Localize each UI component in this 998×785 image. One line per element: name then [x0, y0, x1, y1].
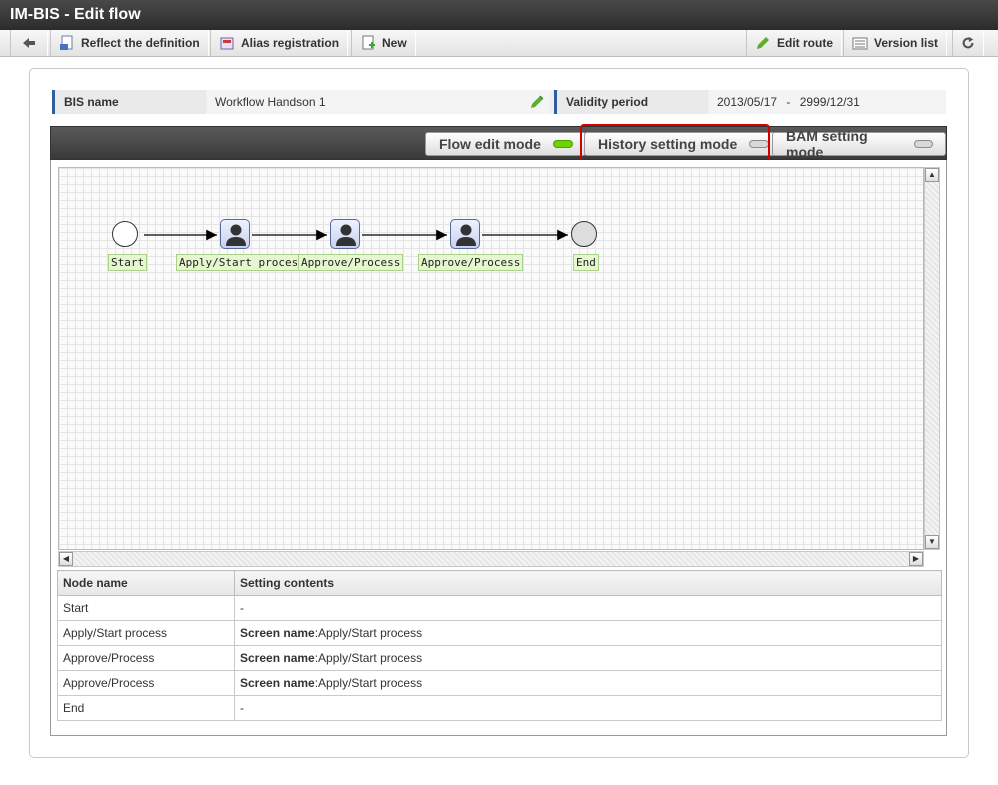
apply-start-node[interactable] — [220, 219, 250, 249]
node-settings-table: Node name Setting contents Start - Apply… — [57, 570, 942, 721]
start-node-label: Start — [108, 254, 148, 271]
bam-setting-mode-indicator — [914, 140, 933, 148]
bam-setting-mode-label: BAM setting mode — [786, 128, 868, 160]
approve-node-2-label: Approve/Process — [418, 254, 524, 271]
version-list-button[interactable]: Version list — [843, 30, 948, 56]
validity-from: 2013/05/17 — [717, 95, 778, 109]
setting-key: Screen name — [240, 676, 315, 690]
mode-bar: Flow edit mode History setting mode BAM … — [50, 126, 947, 160]
new-button[interactable]: New — [351, 30, 416, 56]
end-node-label: End — [573, 254, 599, 271]
flow-edges — [144, 229, 568, 241]
start-node[interactable] — [112, 221, 138, 247]
user-icon — [456, 224, 476, 246]
toolbar: Reflect the definition Alias registratio… — [0, 30, 998, 57]
setting-key: Screen name — [240, 651, 315, 665]
column-header-node-name: Node name — [57, 570, 235, 596]
reload-button[interactable] — [952, 30, 984, 56]
setting-contents-cell: Screen name:Apply/Start process — [234, 645, 942, 671]
back-button[interactable] — [10, 30, 48, 56]
edit-route-label: Edit route — [777, 36, 833, 50]
validity-period-label: Validity period — [554, 90, 708, 114]
edit-route-button[interactable]: Edit route — [746, 30, 842, 56]
scroll-down-button[interactable]: ▼ — [925, 535, 939, 549]
flow-edit-mode-indicator — [552, 140, 573, 148]
table-row[interactable]: End - — [57, 695, 942, 721]
reflect-definition-button[interactable]: Reflect the definition — [50, 30, 209, 56]
setting-key: Screen name — [240, 626, 315, 640]
user-icon — [226, 224, 246, 246]
history-setting-mode-button[interactable]: History setting mode — [584, 132, 783, 156]
column-header-setting-contents: Setting contents — [234, 570, 942, 596]
window-titlebar: IM-BIS - Edit flow — [0, 0, 998, 30]
horizontal-scrollbar[interactable]: ◀ ▶ — [58, 551, 924, 567]
node-name-cell: Apply/Start process — [57, 620, 235, 646]
setting-contents-cell: - — [234, 595, 942, 621]
history-setting-mode-indicator — [749, 140, 770, 148]
setting-contents-cell: Screen name:Apply/Start process — [234, 620, 942, 646]
alias-registration-button[interactable]: Alias registration — [210, 30, 349, 56]
setting-value: :Apply/Start process — [314, 651, 423, 665]
validity-separator: - — [786, 95, 791, 109]
reload-icon — [962, 36, 974, 49]
window-title: IM-BIS - Edit flow — [10, 6, 141, 23]
flow-canvas[interactable]: Start Apply/Start process Approve/Proces… — [58, 167, 924, 550]
setting-value: :Apply/Start process — [314, 676, 423, 690]
arrow-left-icon — [23, 38, 35, 48]
setting-value: - — [240, 701, 244, 715]
node-name-cell: Approve/Process — [57, 645, 235, 671]
apply-start-node-label: Apply/Start process — [176, 254, 308, 271]
node-name-cell: Start — [57, 595, 235, 621]
table-row[interactable]: Start - — [57, 595, 942, 621]
flow-edit-mode-button[interactable]: Flow edit mode — [425, 132, 586, 156]
bis-info-row: BIS name Workflow Handson 1 Validity per… — [52, 90, 946, 114]
history-setting-mode-label: History setting mode — [598, 136, 738, 152]
scroll-right-button[interactable]: ▶ — [909, 552, 923, 566]
bis-name-value: Workflow Handson 1 — [207, 90, 550, 114]
node-name-cell: End — [57, 695, 235, 721]
table-header-row: Node name Setting contents — [57, 570, 942, 596]
new-label: New — [382, 36, 407, 50]
alias-icon — [220, 37, 234, 50]
scroll-left-button[interactable]: ◀ — [59, 552, 73, 566]
table-row[interactable]: Approve/Process Screen name:Apply/Start … — [57, 670, 942, 696]
table-row[interactable]: Apply/Start process Screen name:Apply/St… — [57, 620, 942, 646]
vertical-scrollbar[interactable]: ▲ ▼ — [924, 167, 940, 550]
setting-value: :Apply/Start process — [314, 626, 423, 640]
version-list-label: Version list — [874, 36, 939, 50]
setting-contents-cell: Screen name:Apply/Start process — [234, 670, 942, 696]
bam-setting-mode-button[interactable]: BAM setting mode — [772, 128, 946, 160]
validity-period-value: 2013/05/17 - 2999/12/31 — [709, 90, 946, 114]
setting-value: - — [240, 601, 244, 615]
node-name-cell: Approve/Process — [57, 670, 235, 696]
edit-name-pencil-icon[interactable] — [529, 94, 545, 110]
setting-contents-cell: - — [234, 695, 942, 721]
new-document-icon — [362, 35, 375, 50]
alias-registration-label: Alias registration — [241, 36, 340, 50]
reflect-definition-label: Reflect the definition — [81, 36, 200, 50]
approve-node-1[interactable] — [330, 219, 360, 249]
end-node[interactable] — [571, 221, 597, 247]
approve-node-1-label: Approve/Process — [298, 254, 404, 271]
definition-icon — [60, 35, 73, 50]
scroll-up-button[interactable]: ▲ — [925, 168, 939, 182]
list-icon — [852, 37, 868, 50]
pencil-icon — [757, 37, 769, 49]
flow-edit-mode-label: Flow edit mode — [439, 136, 541, 152]
validity-to: 2999/12/31 — [799, 95, 860, 109]
bis-name-label: BIS name — [52, 90, 206, 114]
user-icon — [336, 224, 356, 246]
approve-node-2[interactable] — [450, 219, 480, 249]
table-row[interactable]: Approve/Process Screen name:Apply/Start … — [57, 645, 942, 671]
